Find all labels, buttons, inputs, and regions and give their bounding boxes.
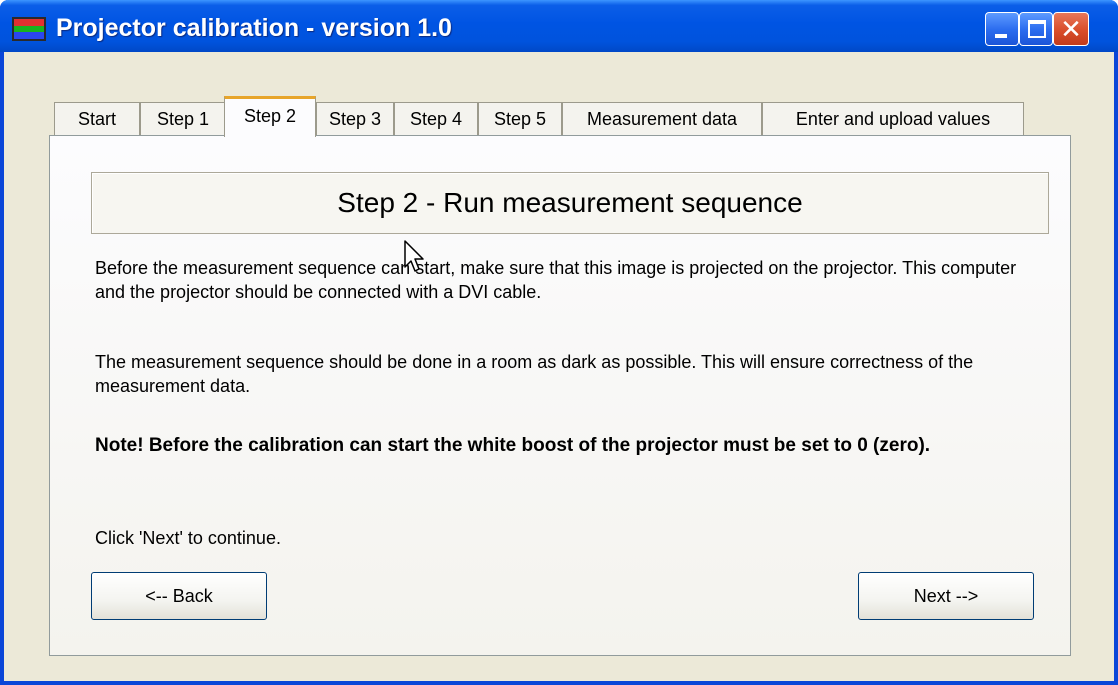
- intro-text: Before the measurement sequence can star…: [95, 258, 1017, 302]
- tab-step-4[interactable]: Step 4: [394, 102, 478, 136]
- heading-frame: Step 2 - Run measurement sequence: [91, 172, 1049, 234]
- continue-instruction: Click 'Next' to continue.: [95, 528, 281, 548]
- maximize-button[interactable]: [1019, 12, 1053, 46]
- rgb-stripes-icon: [12, 17, 46, 41]
- minimize-button[interactable]: [985, 12, 1019, 46]
- mouse-pointer-icon: [404, 240, 424, 272]
- close-button[interactable]: ✕: [1053, 12, 1089, 46]
- next-button[interactable]: Next -->: [858, 572, 1034, 620]
- tab-measurement-data[interactable]: Measurement data: [562, 102, 762, 136]
- tab-step-1[interactable]: Step 1: [140, 102, 226, 136]
- page-title: Step 2 - Run measurement sequence: [337, 187, 803, 218]
- tab-start[interactable]: Start: [54, 102, 140, 136]
- tab-step-5[interactable]: Step 5: [478, 102, 562, 136]
- tab-panel-step-2: Step 2 - Run measurement sequence Before…: [49, 135, 1071, 656]
- room-darkness-text: The measurement sequence should be done …: [95, 352, 974, 396]
- window-title: Projector calibration - version 1.0: [56, 14, 452, 42]
- tab-step-3[interactable]: Step 3: [316, 102, 394, 136]
- maximize-icon: [1028, 20, 1046, 38]
- app-window: Projector calibration - version 1.0 ✕ St…: [0, 0, 1118, 685]
- tab-enter-and-upload-values[interactable]: Enter and upload values: [762, 102, 1024, 136]
- back-button[interactable]: <-- Back: [91, 572, 267, 620]
- white-boost-note: Note! Before the calibration can start t…: [95, 435, 931, 456]
- tab-step-2[interactable]: Step 2: [224, 96, 316, 137]
- title-bar[interactable]: Projector calibration - version 1.0 ✕: [0, 0, 1118, 52]
- close-icon: ✕: [1060, 14, 1082, 44]
- minimize-icon: [995, 34, 1007, 38]
